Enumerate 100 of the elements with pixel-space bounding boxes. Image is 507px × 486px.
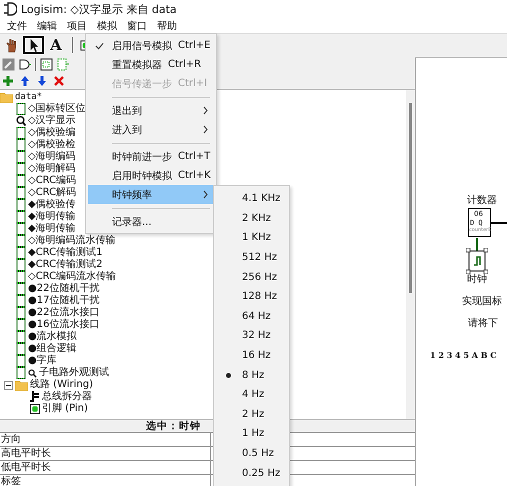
menu-item[interactable]: 模拟 [92,18,122,32]
property-name: 标签 [0,475,211,486]
chevron-right-icon [203,125,208,134]
tree-item[interactable]: ◇海明解码 [28,163,76,175]
menu-item[interactable]: 512 Hz [214,248,289,268]
tree-item[interactable]: ◇汉字显示 [28,115,76,127]
menu-item[interactable]: 4.1 KHz [214,189,289,209]
select-tool[interactable] [23,36,44,54]
chevron-right-icon [203,190,208,199]
tree-item[interactable]: ◇海明编码 [28,151,76,163]
canvas-text: 实现国标 [462,294,502,308]
menu-item[interactable]: 16 Hz [214,346,289,366]
menu-item[interactable]: 记录器... [88,212,214,231]
tree-item[interactable]: ◆偶校验传 [28,199,76,211]
circuit-icon [16,331,26,343]
menu-item[interactable]: 窗口 [122,18,152,32]
tree-item[interactable]: ◇偶校验检 [28,139,76,151]
hand-icon [4,38,18,52]
menu-item[interactable]: 重置模拟器 Ctrl+R [88,55,214,74]
menu-item[interactable]: 0.5 Hz [214,444,289,464]
circuit-icon [16,271,26,283]
menu-item[interactable]: 项目 [62,18,92,32]
tree-item[interactable]: 子电路外观测试 [39,367,109,379]
gate-icon [18,58,31,71]
tree-item[interactable]: ◇偶校验编 [28,127,76,139]
menu-item[interactable]: 128 Hz [214,286,289,307]
appearance-icon [56,58,69,71]
clock-component[interactable] [466,248,488,274]
component-label: 计数器 [467,194,497,207]
tree-item[interactable]: ●22位随机干扰 [28,283,100,295]
circuit-icon [16,163,26,175]
chevron-right-icon [203,106,208,115]
tree-item[interactable]: ◇国标转区位 [28,103,86,115]
circuit-icon [16,283,26,295]
magnifier-icon [28,368,37,378]
up-arrow-icon[interactable] [20,76,30,86]
property-name: 高电平时长 [0,447,211,460]
menu-item[interactable]: 编辑 [32,18,62,32]
circuit-icon [16,139,26,151]
menu-item[interactable]: 文件 [2,18,32,32]
tree-item[interactable]: ●流水模拟 [28,331,77,343]
tree-item[interactable]: ◇CRC编码流水传输 [28,271,116,283]
menu-item[interactable]: 32 Hz [214,326,289,346]
check-icon [94,42,104,50]
menu-item[interactable]: 256 Hz [214,267,289,287]
circuit-icon [16,295,26,307]
menu-item[interactable]: 启用时钟模拟 Ctrl+K [88,166,214,185]
menu-item[interactable]: 2 Hz [214,404,289,424]
menu-item[interactable]: 4 Hz [214,384,289,405]
layout-icon [40,58,53,71]
tree-item[interactable]: ◆海明传输 [28,223,76,235]
down-arrow-icon[interactable] [37,76,47,86]
menu-item[interactable]: 启用信号模拟 Ctrl+E [88,36,214,55]
menu-item[interactable]: 时钟频率 [88,185,214,204]
tree-item[interactable]: ◇CRC解码 [28,187,76,199]
tree-item[interactable]: ●16位流水接口 [28,319,100,331]
tree-item[interactable]: 总线拆分器 [42,391,92,403]
menu-item[interactable]: 1 Hz [214,424,289,444]
menu-item[interactable]: 时钟前进一步 Ctrl+T [88,147,214,166]
selection-label: 选中：时钟 [145,420,201,433]
menu-item[interactable]: 8 Hz [214,365,289,385]
tree-item[interactable]: ◇海明编码流水传输 [28,235,116,247]
menu-item[interactable]: 0.25 Hz [214,463,289,483]
circuit-icon [16,199,26,211]
collapse-toggle[interactable] [4,380,13,390]
menu-item[interactable]: 1 KHz [214,228,289,248]
circuit-icon [16,355,26,367]
add-icon[interactable] [3,76,13,86]
menu-item[interactable]: 2 KHz [214,208,289,228]
logisim-logo-icon [3,2,17,16]
circuit-icon [16,175,26,187]
circuit-icon [16,259,26,271]
menu-item[interactable]: 进入到 [88,120,214,139]
folder-icon [15,380,28,390]
canvas-text: 1 2 3 4 5 A B C [430,350,497,360]
tree-item[interactable]: ◇CRC编码 [28,175,76,187]
tree-item[interactable]: ●17位随机干扰 [28,295,100,307]
circuit-icon [16,187,26,199]
tree-item[interactable]: 引脚 (Pin) [42,403,88,415]
menu-item[interactable]: 帮助 [152,18,182,32]
folder-icon [0,92,13,102]
canvas-text: 请将下 [468,316,498,330]
circuit-icon [16,223,26,235]
tree-item[interactable]: data* [15,91,42,103]
scrollbar-thumb[interactable] [409,103,412,293]
tree-item[interactable]: ◆海明传输 [28,211,76,223]
tree-item[interactable]: ●组合逻辑 [28,343,77,355]
magnifier-icon [16,115,26,127]
tree-item[interactable]: ◆CRC传输测试2 [28,259,102,271]
component-label: 时钟 [467,272,487,286]
tree-item[interactable]: ◆CRC传输测试1 [28,247,102,259]
text-tool[interactable]: A [47,36,65,54]
tree-item[interactable]: ●22位流水接口 [28,307,100,319]
tree-item[interactable]: 线路 (Wiring) [30,379,94,391]
circuit-icon [16,235,26,247]
menu-item[interactable]: 退出到 [88,101,214,120]
menu-item[interactable]: 64 Hz [214,306,289,326]
circuit-icon [16,103,26,115]
delete-icon[interactable] [54,76,64,86]
tree-item[interactable]: ●字库 [28,355,57,367]
